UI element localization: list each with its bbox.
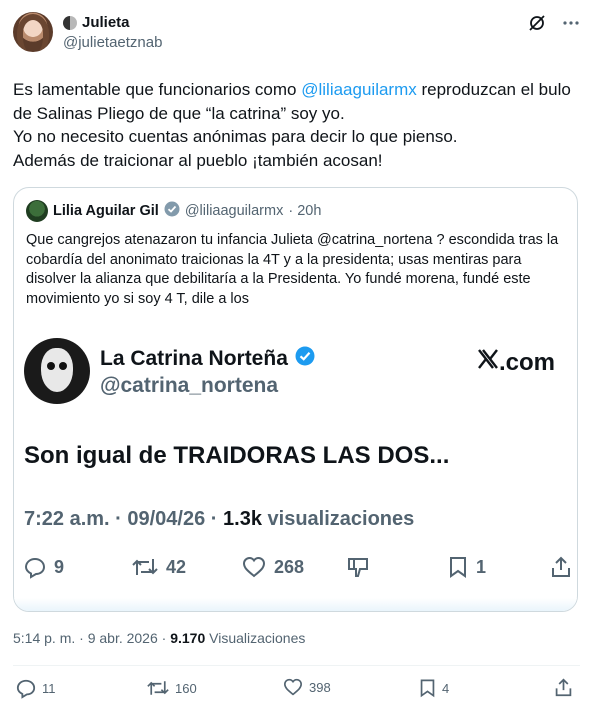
x-logo-icon	[477, 348, 499, 377]
embedded-repost-count: 42	[166, 556, 187, 577]
repost-icon	[147, 681, 169, 695]
embedded-like-count: 268	[274, 556, 305, 577]
author-name[interactable]: Julieta	[82, 14, 130, 31]
views-count: 9.170	[170, 630, 206, 646]
share-button[interactable]	[554, 678, 573, 697]
quoted-time: · 20h	[288, 203, 322, 219]
embedded-like: 268	[242, 556, 304, 578]
reply-button[interactable]: 11	[16, 678, 56, 699]
author-handle[interactable]: @julietaetznab	[63, 34, 162, 51]
bookmark-count: 4	[442, 680, 450, 696]
embedded-reply-count: 9	[54, 556, 65, 577]
embedded-bookmark: 1	[448, 556, 486, 578]
repost-count: 160	[175, 680, 197, 696]
heart-icon	[283, 678, 303, 696]
embedded-share	[550, 556, 572, 578]
quoted-handle: @liliaaguilarmx	[184, 203, 284, 219]
quoted-name: Lilia Aguilar Gil	[53, 203, 159, 219]
embedded-views-count: 1.3k	[223, 508, 262, 530]
moon-emoji-icon	[63, 15, 77, 30]
verified-badge-icon	[295, 346, 315, 371]
repost-icon	[132, 559, 158, 575]
quoted-text: Que cangrejos atenazaron tu infancia Jul…	[26, 232, 559, 307]
heart-icon	[242, 556, 266, 578]
embedded-bookmark-count: 1	[476, 556, 487, 577]
tweet-text-part: Es lamentable que funcionarios como	[13, 80, 302, 99]
quoted-avatar	[26, 200, 48, 222]
embedded-repost: 42	[132, 556, 186, 578]
tweet-text: Es lamentable que funcionarios como @lil…	[13, 78, 583, 172]
share-icon	[555, 678, 572, 697]
like-count: 398	[309, 679, 331, 695]
catrina-handle: @catrina_nortena	[100, 374, 279, 397]
more-options-icon[interactable]	[562, 14, 580, 32]
embedded-dislike	[346, 555, 370, 579]
views-label: Visualizaciones	[205, 630, 306, 646]
bookmark-icon	[420, 679, 435, 698]
embedded-views-label: visualizaciones	[261, 508, 415, 530]
grok-icon[interactable]	[528, 14, 546, 32]
bookmark-icon	[450, 557, 466, 578]
catrina-name-line: La Catrina Norteña	[100, 346, 315, 371]
embedded-actions: 9 42 268 1	[24, 552, 572, 582]
like-button[interactable]: 398	[283, 678, 331, 696]
embedded-meta-time: 7:22 a.m. · 09/04/26 ·	[24, 508, 224, 530]
repost-button[interactable]: 160	[147, 678, 197, 698]
embedded-reply: 9	[24, 556, 65, 579]
embedded-bottom-fade	[14, 598, 577, 611]
embedded-text: Son igual de TRAIDORAS LAS DOS...	[24, 442, 450, 469]
actions-bar: 11 160 398 4	[13, 678, 580, 700]
tweet-line-2: Yo no necesito cuentas anónimas para dec…	[13, 127, 458, 146]
bookmark-button[interactable]: 4	[419, 678, 449, 698]
catrina-avatar	[24, 338, 90, 404]
timestamp-time[interactable]: 5:14 p. m. · 9 abr. 2026 ·	[13, 630, 170, 646]
quoted-tweet[interactable]: Lilia Aguilar Gil @liliaaguilarmx · 20h …	[13, 187, 578, 612]
x-brand: .com	[477, 348, 555, 377]
author-name-line[interactable]: Julieta	[63, 14, 130, 31]
divider	[13, 665, 580, 666]
header-icons	[528, 14, 580, 32]
mention-link[interactable]: @liliaaguilarmx	[301, 80, 417, 99]
embedded-meta: 7:22 a.m. · 09/04/26 · 1.3k visualizacio…	[24, 508, 414, 531]
tweet-timestamp: 5:14 p. m. · 9 abr. 2026 · 9.170 Visuali…	[13, 630, 305, 646]
reply-icon	[24, 557, 46, 579]
verified-badge-icon	[164, 201, 180, 221]
reply-icon	[16, 679, 36, 699]
quoted-header: Lilia Aguilar Gil @liliaaguilarmx · 20h	[26, 200, 321, 222]
author-avatar[interactable]	[13, 12, 53, 52]
tweet-header: Julieta @julietaetznab	[13, 12, 580, 56]
reply-count: 11	[42, 680, 56, 696]
tweet-line-3: Además de traicionar al pueblo ¡también …	[13, 150, 383, 170]
catrina-name: La Catrina Norteña	[100, 346, 288, 370]
dislike-icon	[348, 558, 368, 577]
share-icon	[552, 556, 570, 577]
brand-text: .com	[498, 348, 555, 376]
